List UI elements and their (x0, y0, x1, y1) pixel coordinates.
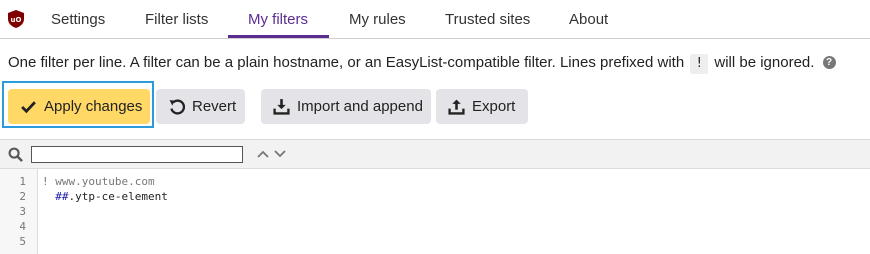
revert-label: Revert (192, 98, 237, 115)
tab-filter-lists[interactable]: Filter lists (145, 0, 208, 39)
description-after: will be ignored. (714, 54, 815, 71)
apply-changes-label: Apply changes (44, 98, 143, 115)
active-tab-indicator (228, 35, 329, 38)
line-number: 4 (19, 220, 26, 233)
tab-bar: uO Settings Filter lists My filters My r… (0, 0, 870, 39)
comment-marker: ! (690, 54, 709, 74)
checkmark-icon (21, 101, 36, 114)
export-label: Export (472, 98, 516, 115)
import-append-label: Import and append (297, 98, 423, 115)
code-line-filter: ##.ytp-ce-element (42, 189, 168, 204)
chevron-up-icon[interactable] (256, 149, 270, 159)
line-number-gutter: 1 2 3 4 5 (0, 169, 38, 254)
tab-my-rules[interactable]: My rules (349, 0, 406, 39)
search-icon (8, 147, 23, 162)
tab-trusted-sites[interactable]: Trusted sites (445, 0, 530, 39)
line-number: 1 (19, 175, 26, 188)
chevron-down-icon[interactable] (273, 149, 287, 159)
apply-changes-button[interactable]: Apply changes (8, 89, 150, 124)
revert-button[interactable]: Revert (156, 89, 245, 124)
line-number: 5 (19, 235, 26, 248)
line-number: 2 (19, 190, 26, 203)
import-append-button[interactable]: Import and append (261, 89, 431, 124)
line-number: 3 (19, 205, 26, 218)
code-line-comment: ! www.youtube.com (42, 175, 155, 188)
upload-icon (448, 99, 465, 115)
cosmetic-filter-selector: .ytp-ce-element (68, 190, 168, 203)
export-button[interactable]: Export (436, 89, 528, 124)
cosmetic-filter-prefix: ## (42, 190, 69, 203)
description-text: One filter per line. A filter can be a p… (8, 53, 836, 74)
tab-my-filters[interactable]: My filters (248, 0, 308, 39)
tab-settings[interactable]: Settings (51, 0, 105, 39)
help-icon[interactable]: ? (822, 55, 836, 69)
tab-about[interactable]: About (569, 0, 608, 39)
svg-text:uO: uO (11, 16, 22, 24)
undo-icon (169, 99, 185, 115)
description-before: One filter per line. A filter can be a p… (8, 54, 685, 71)
search-bar (0, 139, 870, 169)
ublock-logo-icon: uO (8, 10, 24, 28)
download-icon (273, 99, 290, 115)
filter-editor[interactable]: 1 2 3 4 5 ! www.youtube.com ##.ytp-ce-el… (0, 169, 870, 254)
search-input[interactable] (31, 146, 243, 163)
